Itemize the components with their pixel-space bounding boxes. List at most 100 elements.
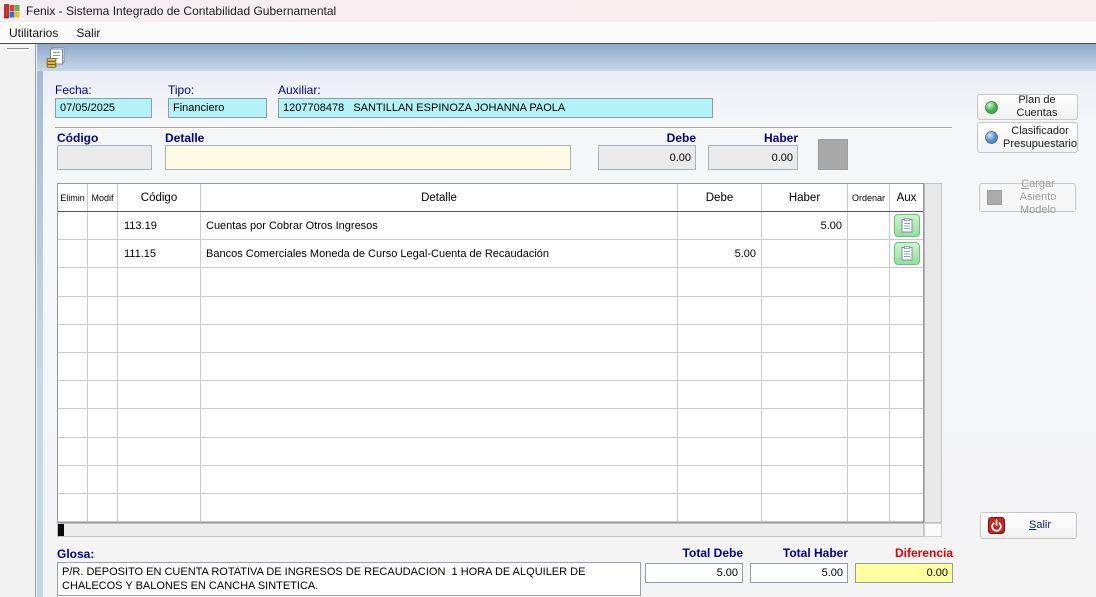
tipo-input[interactable]: Financiero xyxy=(168,98,267,118)
cell-aux xyxy=(890,353,923,380)
table-row[interactable]: 111.15 Bancos Comerciales Moneda de Curso… xyxy=(58,240,923,269)
fecha-input[interactable]: 07/05/2025 xyxy=(55,98,152,118)
cell-codigo xyxy=(118,437,201,465)
table-row-empty[interactable] xyxy=(58,352,923,382)
diferencia-value: 0.00 xyxy=(855,563,953,583)
table-header: Elimin Modif Código Detalle Debe Haber O… xyxy=(58,184,923,212)
col-header-aux[interactable]: Aux xyxy=(890,184,923,211)
aux-button[interactable] xyxy=(893,242,920,266)
menu-salir[interactable]: Salir xyxy=(67,24,109,42)
cell-haber xyxy=(762,324,848,352)
app-icon xyxy=(4,4,20,19)
cell-haber: 5.00 xyxy=(762,212,848,240)
cell-debe xyxy=(678,409,762,437)
auxiliar-input[interactable]: 1207708478 SANTILLAN ESPINOZA JOHANNA PA… xyxy=(278,98,713,118)
cell-elimin xyxy=(58,296,88,324)
col-header-debe[interactable]: Debe xyxy=(678,184,762,211)
table-row[interactable]: 113.19 Cuentas por Cobrar Otros Ingresos 5… xyxy=(58,212,923,241)
cell-codigo xyxy=(118,352,201,381)
cell-elimin xyxy=(58,381,88,409)
cell-elimin xyxy=(58,409,88,437)
table-vertical-scrollbar[interactable] xyxy=(924,183,942,523)
title-bar[interactable]: Fenix - Sistema Integrado de Contabilida… xyxy=(0,0,1096,22)
cell-modif xyxy=(88,465,118,493)
cell-haber xyxy=(762,268,848,296)
aux-button[interactable] xyxy=(893,214,920,238)
debe-entry-label: Debe xyxy=(666,131,696,145)
cell-elimin xyxy=(58,493,88,522)
power-icon xyxy=(988,517,1005,534)
clasificador-presupuestario-label: Clasificador Presupuestario xyxy=(1003,124,1077,150)
menu-utilitarios[interactable]: Utilitarios xyxy=(0,24,67,42)
diferencia-label: Diferencia xyxy=(894,546,953,560)
form-separator xyxy=(55,127,952,129)
col-header-haber[interactable]: Haber xyxy=(762,184,848,211)
cell-debe xyxy=(678,296,762,324)
panel-grip[interactable] xyxy=(7,48,29,51)
notepad-icon xyxy=(901,218,912,233)
blue-sphere-icon xyxy=(985,131,998,144)
cell-debe xyxy=(678,324,762,352)
total-haber-value: 5.00 xyxy=(750,563,848,583)
cell-haber xyxy=(762,409,848,437)
glosa-textarea[interactable]: P/R. DEPOSITO EN CUENTA ROTATIVA DE INGR… xyxy=(57,562,641,596)
fecha-label: Fecha: xyxy=(55,83,92,97)
codigo-entry-input[interactable] xyxy=(57,145,152,170)
detalle-entry-input[interactable] xyxy=(165,145,571,170)
col-header-ordenar[interactable]: Ordenar xyxy=(848,184,890,211)
cell-ordenar xyxy=(848,212,890,240)
cell-codigo xyxy=(118,493,201,522)
table-row-empty[interactable] xyxy=(58,437,923,466)
col-header-modif[interactable]: Modif xyxy=(88,184,118,211)
debe-entry-input: 0.00 xyxy=(598,145,696,170)
cell-ordenar xyxy=(848,493,890,522)
table-row-empty[interactable] xyxy=(58,493,923,523)
tipo-label: Tipo: xyxy=(168,83,195,97)
plan-de-cuentas-button[interactable]: Plan de Cuentas xyxy=(977,94,1078,120)
cell-aux xyxy=(890,297,923,324)
cell-elimin xyxy=(58,465,88,493)
cell-detalle xyxy=(201,268,678,296)
table-row-empty[interactable] xyxy=(58,296,923,325)
cell-ordenar xyxy=(848,409,890,437)
clasificador-presupuestario-button[interactable]: Clasificador Presupuestario xyxy=(977,122,1078,153)
cell-modif xyxy=(88,381,118,409)
add-entry-button[interactable] xyxy=(818,139,848,170)
cell-detalle xyxy=(201,493,678,522)
cell-elimin xyxy=(58,268,88,296)
cell-detalle xyxy=(201,381,678,409)
cell-detalle xyxy=(201,296,678,324)
cargar-asiento-modelo-button[interactable]: Cargar Asiento Modelo xyxy=(979,178,1076,216)
copy-entry-button[interactable] xyxy=(45,46,69,70)
cell-aux xyxy=(890,438,923,465)
cell-codigo: 113.19 xyxy=(118,212,201,240)
cell-haber xyxy=(762,352,848,381)
table-row-empty[interactable] xyxy=(58,268,923,297)
table-row-empty[interactable] xyxy=(58,324,923,353)
total-haber-label: Total Haber xyxy=(782,546,848,560)
salir-button[interactable]: Salir xyxy=(980,512,1077,539)
cell-ordenar xyxy=(848,324,890,352)
cell-ordenar xyxy=(848,437,890,465)
cell-aux xyxy=(890,494,923,521)
gray-square-icon xyxy=(987,190,1002,205)
glosa-label: Glosa: xyxy=(57,547,95,561)
table-horizontal-scrollbar[interactable] xyxy=(57,523,924,537)
cell-modif xyxy=(88,212,118,240)
table-row-empty[interactable] xyxy=(58,465,923,494)
scrollbar-thumb[interactable] xyxy=(58,524,64,536)
cell-debe xyxy=(678,268,762,296)
cell-haber xyxy=(762,437,848,465)
table-row-empty[interactable] xyxy=(58,409,923,438)
window-title: Fenix - Sistema Integrado de Contabilida… xyxy=(26,4,337,18)
detalle-entry-label: Detalle xyxy=(165,131,205,145)
cell-elimin xyxy=(58,352,88,381)
cell-codigo xyxy=(118,268,201,296)
col-header-codigo[interactable]: Código xyxy=(118,184,201,211)
col-header-detalle[interactable]: Detalle xyxy=(201,184,678,211)
col-header-elimin[interactable]: Elimin xyxy=(58,184,88,211)
cell-codigo: 111.15 xyxy=(118,240,201,268)
salir-button-label: Salir xyxy=(1028,519,1051,531)
plan-de-cuentas-label: Plan de Cuentas xyxy=(1016,94,1058,119)
table-row-empty[interactable] xyxy=(58,381,923,410)
